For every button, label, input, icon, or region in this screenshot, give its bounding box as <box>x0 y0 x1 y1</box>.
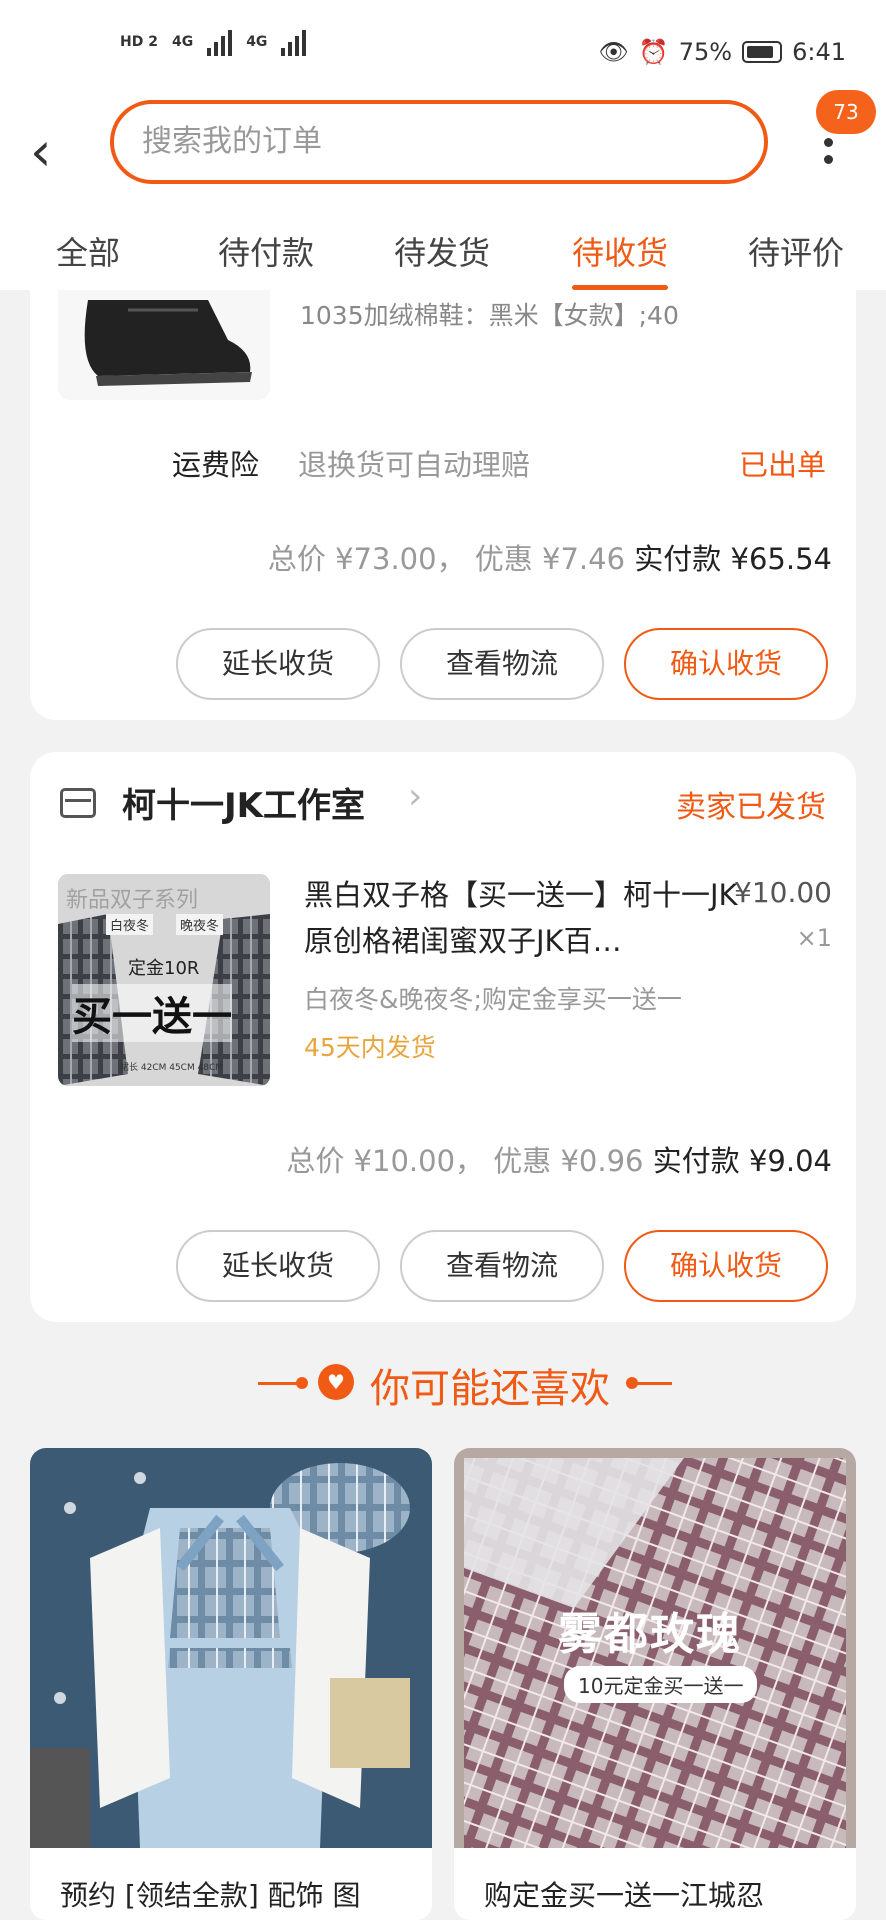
tab-to-pay[interactable]: 待付款 <box>218 228 314 274</box>
product-title[interactable]: 黑白双子格【买一送一】柯十一JK原创格裙闺蜜双子JK百… <box>304 872 744 964</box>
total-value: ¥10.00 <box>353 1144 456 1178</box>
extend-receipt-button[interactable]: 延长收货 <box>176 1230 380 1302</box>
search-input[interactable]: 搜索我的订单 <box>110 100 768 184</box>
confirm-receipt-button[interactable]: 确认收货 <box>624 628 828 700</box>
message-badge[interactable]: 73 <box>816 90 876 134</box>
tab-to-review[interactable]: 待评价 <box>748 228 844 274</box>
divider-right <box>628 1382 672 1385</box>
product-price: ¥10.00 <box>734 876 832 909</box>
image-label-right: 晚夜冬 <box>176 914 224 935</box>
shipping-note: 45天内发货 <box>304 1033 436 1062</box>
order-card: 1035加绒棉鞋：黑米【女款】;40 运费险 退换货可自动理赔 已出单 总价 ¥… <box>30 290 856 720</box>
network-indicator: HD 2 <box>120 34 158 50</box>
paid-label: 实付款 <box>634 542 722 576</box>
image-sizes: 裙长 42CM 45CM 48CM <box>120 1063 224 1073</box>
battery-percent: 75% <box>678 38 733 66</box>
image-label-left: 白夜冬 <box>106 914 154 935</box>
image-deposit: 定金10R <box>128 958 200 979</box>
recommend-image-subtitle: 10元定金买一送一 <box>564 1666 758 1703</box>
recommend-title: 购定金买一送一江城忍 <box>484 1879 765 1912</box>
signal2-label: 4G <box>246 34 268 50</box>
total-label: 总价 <box>286 1144 345 1178</box>
product-spec: 1035加绒棉鞋：黑米【女款】;40 <box>300 301 679 330</box>
more-icon <box>823 138 833 147</box>
insurance-status: 已出单 <box>738 448 826 482</box>
discount-label: 优惠 <box>474 542 533 576</box>
discount-value: ¥7.46 <box>542 542 626 576</box>
discount-label: 优惠 <box>493 1144 552 1178</box>
recommend-item[interactable]: 预约 [领结全款] 配饰 图 <box>30 1448 432 1920</box>
total-value: ¥73.00 <box>335 542 437 576</box>
image-caption-top: 新品双子系列 <box>66 888 199 913</box>
recommend-header: ♥ 你可能还喜欢 <box>0 1352 886 1412</box>
product-image[interactable] <box>58 290 270 400</box>
eye-icon: 👁 <box>598 38 629 66</box>
track-logistics-button[interactable]: 查看物流 <box>400 1230 604 1302</box>
paid-value: ¥65.54 <box>730 542 832 576</box>
alarm-icon: ⏰ <box>638 38 669 66</box>
product-quantity: ×1 <box>796 924 832 952</box>
recommend-image <box>30 1448 432 1848</box>
shop-icon <box>60 788 96 818</box>
shop-name[interactable]: 柯十一JK工作室 <box>122 778 365 827</box>
total-label: 总价 <box>267 542 326 576</box>
insurance-label: 运费险 <box>172 448 260 482</box>
recommend-title: 预约 [领结全款] 配饰 图 <box>60 1879 361 1912</box>
recommend-item[interactable]: 雾都玫瑰 10元定金买一送一 购定金买一送一江城忍 <box>454 1448 856 1920</box>
signal1-label: 4G <box>171 34 194 50</box>
product-image[interactable]: 新品双子系列 白夜冬 晚夜冬 定金10R 买一送一 裙长 42CM 45CM 4… <box>58 874 270 1086</box>
heart-icon: ♥ <box>318 1364 354 1400</box>
tab-to-ship[interactable]: 待发货 <box>394 228 490 274</box>
chevron-right-icon[interactable]: › <box>408 776 422 817</box>
order-totals: 总价 ¥10.00， 优惠 ¥0.96 实付款 ¥9.04 <box>286 1144 832 1178</box>
divider-dot <box>296 1377 308 1389</box>
more-options-button[interactable] <box>818 138 838 188</box>
order-status: 卖家已发货 <box>676 790 826 825</box>
header: ‹ 搜索我的订单 73 全部 待付款 待发货 待收货 待评价 <box>0 90 886 290</box>
clock: 6:41 <box>792 38 846 66</box>
signal-icon <box>207 28 233 56</box>
discount-value: ¥0.96 <box>560 1144 644 1178</box>
product-spec: 白夜冬&晚夜冬;购定金享买一送一 <box>304 985 682 1014</box>
paid-value: ¥9.04 <box>748 1144 832 1178</box>
insurance-description: 退换货可自动理赔 <box>298 448 531 482</box>
track-logistics-button[interactable]: 查看物流 <box>400 628 604 700</box>
order-totals: 总价 ¥73.00， 优惠 ¥7.46 实付款 ¥65.54 <box>267 542 832 576</box>
image-promo: 买一送一 <box>72 984 232 1042</box>
tab-all[interactable]: 全部 <box>56 228 120 274</box>
order-card: 柯十一JK工作室 › 卖家已发货 新品双子系列 白夜冬 晚夜冬 定金10R 买一… <box>30 752 856 1322</box>
status-bar: HD 2 4G 4G 👁 ⏰ 75% 6:41 <box>0 0 886 100</box>
back-icon[interactable]: ‹ <box>30 122 70 182</box>
recommend-image: 雾都玫瑰 10元定金买一送一 <box>454 1448 856 1848</box>
tab-to-receive[interactable]: 待收货 <box>572 228 669 290</box>
confirm-receipt-button[interactable]: 确认收货 <box>624 1230 828 1302</box>
extend-receipt-button[interactable]: 延长收货 <box>176 628 380 700</box>
signal-icon <box>281 28 307 56</box>
order-tabs: 全部 待付款 待发货 待收货 待评价 <box>0 228 886 290</box>
recommend-image-title: 雾都玫瑰 <box>558 1609 742 1660</box>
paid-label: 实付款 <box>652 1144 740 1178</box>
recommend-title: 你可能还喜欢 <box>370 1366 610 1412</box>
battery-icon <box>742 41 783 63</box>
